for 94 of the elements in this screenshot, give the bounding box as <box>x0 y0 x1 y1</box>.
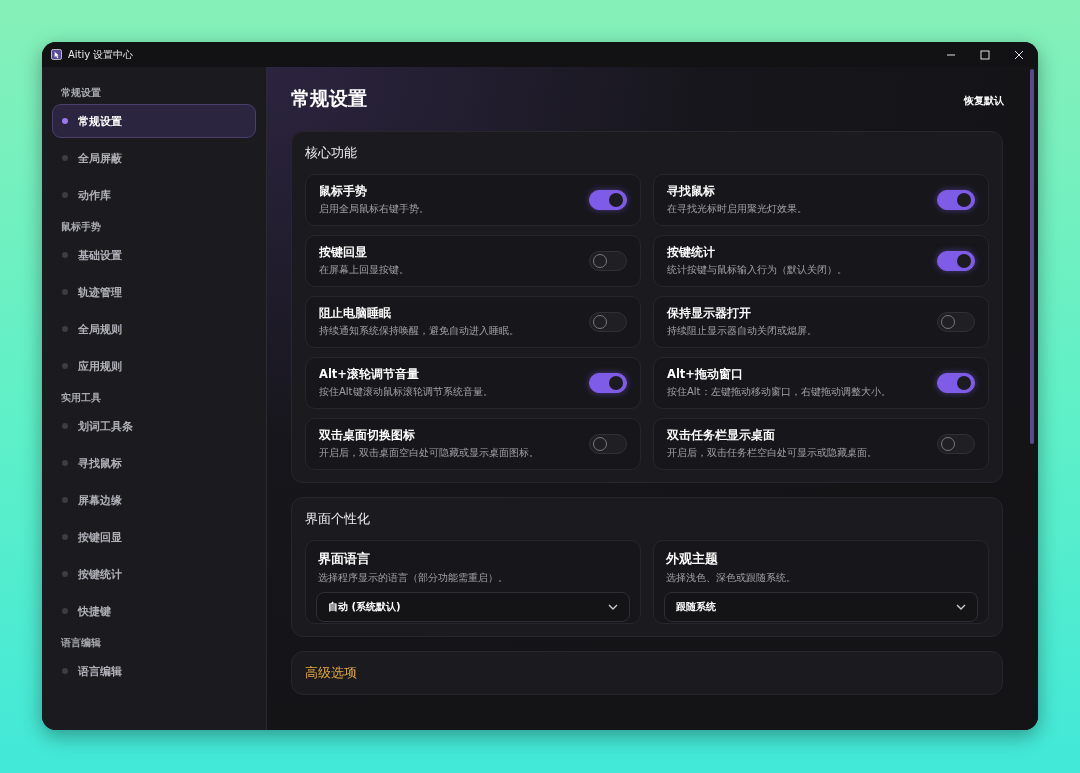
sidebar-item[interactable]: 屏幕边缘 <box>52 483 256 517</box>
sidebar-item[interactable]: 基础设置 <box>52 238 256 272</box>
toggle-switch[interactable] <box>937 190 975 210</box>
bullet-icon <box>62 497 68 503</box>
sidebar-group-title: 实用工具 <box>60 391 102 405</box>
bullet-icon <box>62 118 68 124</box>
setting-title: 双击桌面切换图标 <box>319 428 416 443</box>
maximize-button[interactable] <box>980 49 990 60</box>
chevron-down-icon <box>956 604 966 610</box>
toggle-switch[interactable] <box>937 373 975 393</box>
setting-description: 在屏幕上回显按键。 <box>319 263 409 277</box>
sidebar-item[interactable]: 划词工具条 <box>52 409 256 443</box>
sidebar-item[interactable]: 轨迹管理 <box>52 275 256 309</box>
setting-title: 外观主题 <box>665 551 719 568</box>
sidebar-item-label: 屏幕边缘 <box>78 492 122 508</box>
toggle-switch[interactable] <box>589 434 627 454</box>
bullet-icon <box>62 668 68 674</box>
toggle-switch[interactable] <box>589 251 627 271</box>
dropdown[interactable]: 跟随系统 <box>664 592 978 622</box>
setting-title: 界面语言 <box>317 551 371 568</box>
setting-title: Alt+拖动窗口 <box>667 367 744 382</box>
window-title: Aitiy 设置中心 <box>68 47 134 62</box>
bullet-icon <box>62 608 68 614</box>
toggle-switch[interactable] <box>937 312 975 332</box>
setting-description: 开启后，双击任务栏空白处可显示或隐藏桌面。 <box>667 446 877 460</box>
setting-title: 双击任务栏显示桌面 <box>667 428 776 443</box>
sidebar-item-label: 轨迹管理 <box>78 284 122 300</box>
toggle-switch[interactable] <box>589 312 627 332</box>
reset-button[interactable]: 恢复默认 <box>964 90 1014 108</box>
setting-description: 开启后，双击桌面空白处可隐藏或显示桌面图标。 <box>319 446 539 460</box>
setting-description: 按住Alt键滚动鼠标滚轮调节系统音量。 <box>319 385 493 399</box>
setting-title: 阻止电脑睡眠 <box>319 306 392 321</box>
toggle-switch[interactable] <box>937 251 975 271</box>
sidebar-group-title: 语言编辑 <box>60 636 102 650</box>
setting-title: 寻找鼠标 <box>667 184 716 199</box>
sidebar-item[interactable]: 寻找鼠标 <box>52 446 256 480</box>
sidebar-item[interactable]: 全局规则 <box>52 312 256 346</box>
setting-description: 启用全局鼠标右键手势。 <box>319 202 429 216</box>
sidebar-item[interactable]: 应用规则 <box>52 349 256 383</box>
close-button[interactable] <box>1014 49 1024 60</box>
sidebar-item-label: 动作库 <box>78 187 111 203</box>
sidebar-item-label: 划词工具条 <box>78 418 133 434</box>
sidebar-item-label: 语言编辑 <box>78 663 122 679</box>
bullet-icon <box>62 571 68 577</box>
bullet-icon <box>62 155 68 161</box>
sidebar-item-label: 全局屏蔽 <box>78 150 122 166</box>
setting-title: 保持显示器打开 <box>667 306 752 321</box>
section-title: 核心功能 <box>305 144 358 162</box>
setting-description: 选择浅色、深色或跟随系统。 <box>665 571 797 585</box>
setting-title: 按键统计 <box>667 245 716 260</box>
bullet-icon <box>62 534 68 540</box>
setting-description: 持续通知系统保持唤醒，避免自动进入睡眠。 <box>319 324 519 338</box>
toggle-switch[interactable] <box>589 190 627 210</box>
bullet-icon <box>62 289 68 295</box>
sidebar-group-title: 鼠标手势 <box>60 220 102 234</box>
sidebar-item-label: 常规设置 <box>78 113 122 129</box>
setting-description: 持续阻止显示器自动关闭或熄屏。 <box>667 324 817 338</box>
setting-description: 选择程序显示的语言（部分功能需重启）。 <box>317 571 509 585</box>
setting-description: 在寻找光标时启用聚光灯效果。 <box>667 202 807 216</box>
sidebar-item[interactable]: 全局屏蔽 <box>52 141 256 175</box>
sidebar-item[interactable]: 语言编辑 <box>52 654 256 688</box>
bullet-icon <box>62 460 68 466</box>
sidebar-item-label: 基础设置 <box>78 247 122 263</box>
section-title: 高级选项 <box>305 664 358 682</box>
sidebar-item-label: 按键统计 <box>78 566 122 582</box>
sidebar-group-title: 常规设置 <box>60 86 102 100</box>
sidebar-item[interactable]: 按键统计 <box>52 557 256 591</box>
scrollbar[interactable] <box>1030 69 1034 444</box>
bullet-icon <box>62 252 68 258</box>
setting-title: 鼠标手势 <box>319 184 368 199</box>
sidebar-item[interactable]: 动作库 <box>52 178 256 212</box>
sidebar-item-label: 按键回显 <box>78 529 122 545</box>
app-icon <box>51 49 62 60</box>
bullet-icon <box>62 363 68 369</box>
setting-title: Alt+滚轮调节音量 <box>319 367 420 382</box>
sidebar-item[interactable]: 按键回显 <box>52 520 256 554</box>
setting-title: 按键回显 <box>319 245 368 260</box>
sidebar-item-label: 全局规则 <box>78 321 122 337</box>
sidebar-item-label: 应用规则 <box>78 358 122 374</box>
sidebar-item-label: 快捷键 <box>78 603 111 619</box>
sidebar-item[interactable]: 常规设置 <box>52 104 256 138</box>
toggle-switch[interactable] <box>589 373 627 393</box>
setting-description: 按住Alt：左键拖动移动窗口，右键拖动调整大小。 <box>667 385 891 399</box>
toggle-switch[interactable] <box>937 434 975 454</box>
page-title: 常规设置 <box>291 86 367 111</box>
bullet-icon <box>62 326 68 332</box>
sidebar-item[interactable]: 快捷键 <box>52 594 256 628</box>
setting-description: 统计按键与鼠标输入行为（默认关闭）。 <box>667 263 847 277</box>
chevron-down-icon <box>608 604 618 610</box>
bullet-icon <box>62 192 68 198</box>
bullet-icon <box>62 423 68 429</box>
dropdown[interactable]: 自动 (系统默认) <box>316 592 630 622</box>
sidebar-item-label: 寻找鼠标 <box>78 455 122 471</box>
section-title: 界面个性化 <box>305 510 371 528</box>
